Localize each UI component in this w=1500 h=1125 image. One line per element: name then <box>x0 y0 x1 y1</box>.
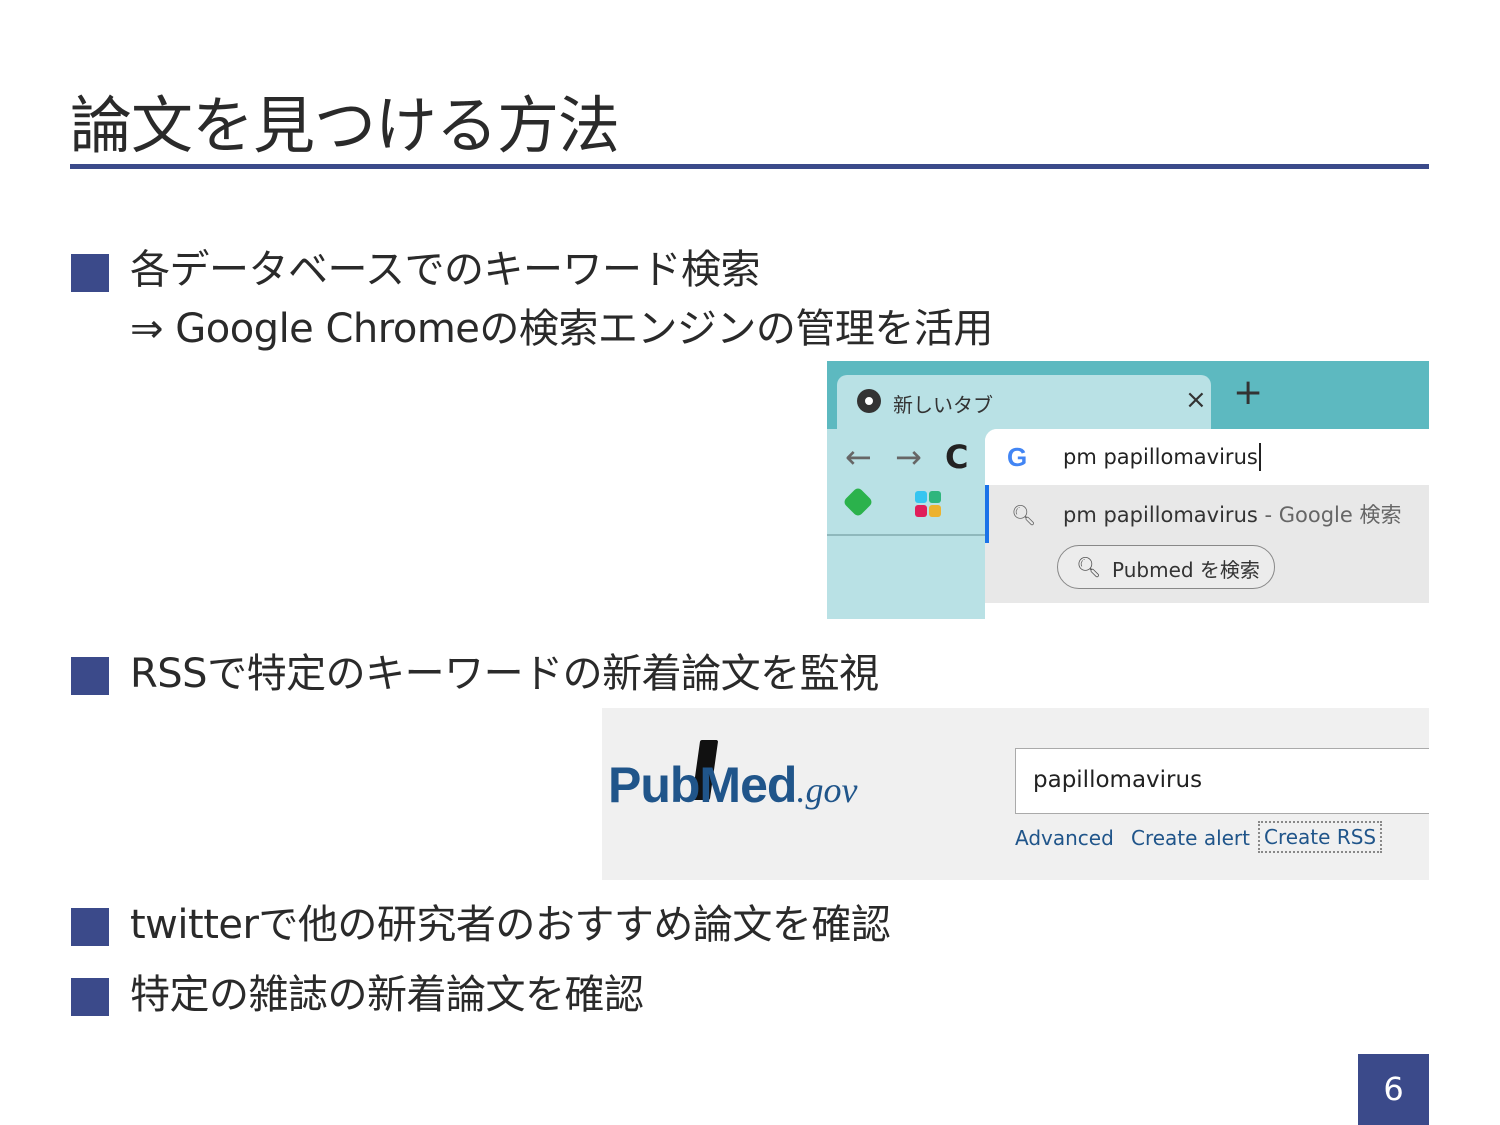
search-icon: 🔍︎ <box>1011 503 1037 527</box>
title-underline <box>70 164 1429 169</box>
chrome-icon <box>857 389 881 413</box>
bullet-text: 特定の雑誌の新着論文を確認 <box>130 972 644 1018</box>
bookmarks-divider <box>827 534 987 536</box>
bullet-square-icon <box>71 978 109 1016</box>
forward-arrow-icon[interactable]: → <box>895 441 922 473</box>
new-tab-button[interactable]: + <box>1233 375 1263 411</box>
back-arrow-icon[interactable]: ← <box>845 441 872 473</box>
omnibox-dropdown: G pm papillomavirus 🔍︎ pm papillomavirus… <box>985 429 1429 619</box>
pubmed-screenshot: PubMed.gov papillomavirus Advanced Creat… <box>602 708 1429 880</box>
bullet-square-icon <box>71 657 109 695</box>
page-number: 6 <box>1358 1054 1429 1125</box>
suggestion-item[interactable]: pm papillomavirus - Google 検索 <box>1063 499 1402 529</box>
advanced-link[interactable]: Advanced <box>1015 826 1114 850</box>
search-value: papillomavirus <box>1033 767 1203 793</box>
bullet-subtext: ⇒ Google Chromeの検索エンジンの管理を活用 <box>130 306 993 352</box>
suggestion-query: pm papillomavirus <box>1063 503 1258 527</box>
bullet-text: twitterで他の研究者のおすすめ論文を確認 <box>130 902 891 948</box>
suggestion-hint: - Google 検索 <box>1257 503 1402 527</box>
chrome-screenshot: 新しいタブ × + ← → C G pm papillomavirus 🔍︎ p… <box>827 361 1429 619</box>
bullet-square-icon <box>71 908 109 946</box>
pubmed-search-input[interactable]: papillomavirus <box>1015 748 1429 814</box>
create-alert-link[interactable]: Create alert <box>1131 826 1250 850</box>
selection-indicator <box>985 485 989 543</box>
search-engine-chip-label: Pubmed を検索 <box>1112 558 1260 582</box>
close-icon[interactable]: × <box>1185 385 1207 415</box>
bullet-square-icon <box>71 254 109 292</box>
slide-title: 論文を見つける方法 <box>70 89 620 162</box>
pubmed-logo[interactable]: PubMed.gov <box>608 756 857 814</box>
slack-icon[interactable] <box>915 491 941 517</box>
omnibox-input[interactable]: G pm papillomavirus <box>985 429 1429 485</box>
search-icon: 🔍︎ <box>1076 555 1102 579</box>
google-icon: G <box>1007 442 1028 472</box>
bullet-text: RSSで特定のキーワードの新着論文を監視 <box>130 651 879 697</box>
reload-icon[interactable]: C <box>945 441 968 473</box>
omnibox-query[interactable]: pm papillomavirus <box>1063 443 1261 471</box>
create-rss-link[interactable]: Create RSS <box>1258 821 1383 853</box>
browser-tab[interactable]: 新しいタブ × <box>837 375 1211 429</box>
feedly-icon[interactable] <box>842 486 874 518</box>
search-engine-chip[interactable]: 🔍︎ Pubmed を検索 <box>1057 545 1275 589</box>
suggestion-panel: 🔍︎ pm papillomavirus - Google 検索 🔍︎ Pubm… <box>985 485 1429 603</box>
tab-title: 新しいタブ <box>893 393 993 417</box>
bullet-text: 各データベースでのキーワード検索 <box>130 247 761 293</box>
